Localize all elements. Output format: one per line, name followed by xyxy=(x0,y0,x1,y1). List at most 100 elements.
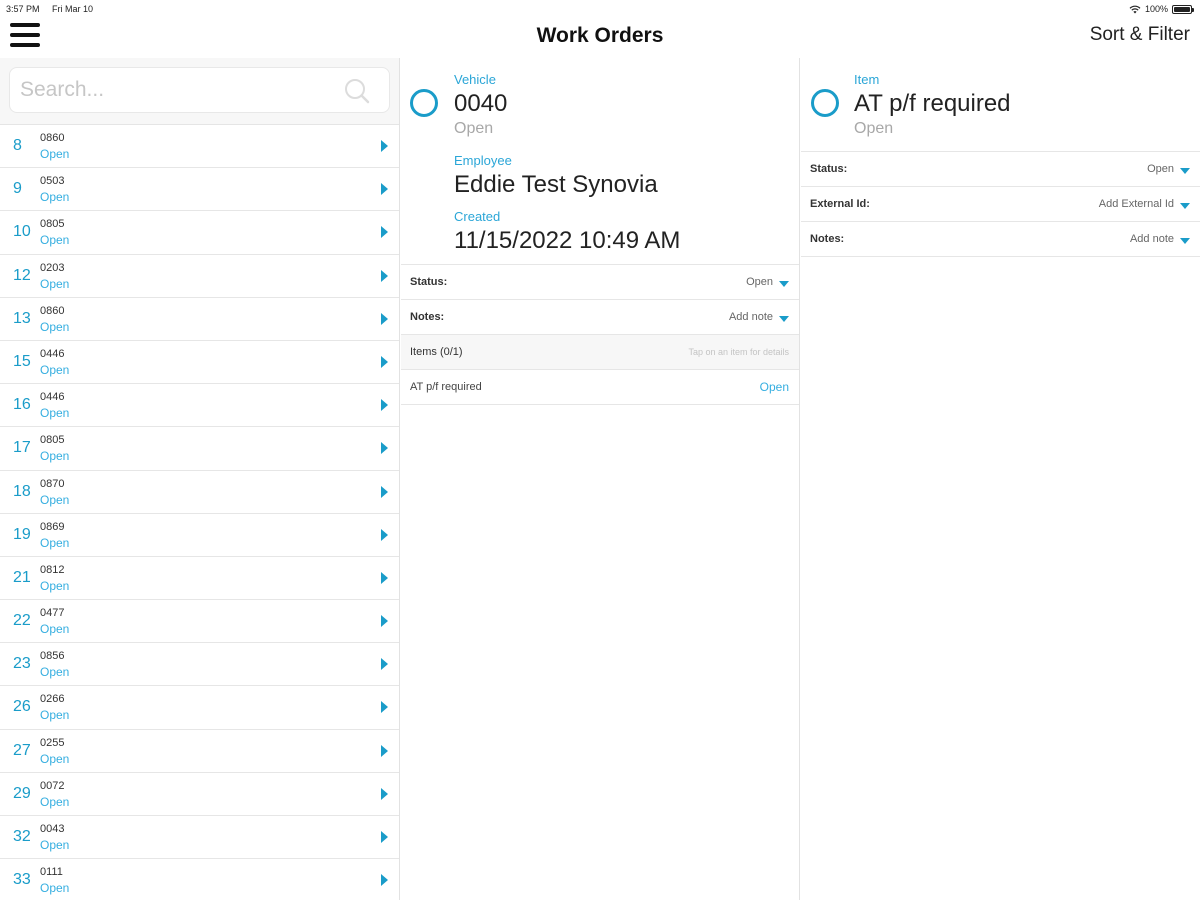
work-order-number: 33 xyxy=(13,871,31,889)
work-order-row[interactable]: 33 0111 Open xyxy=(0,859,399,900)
work-order-row[interactable]: 10 0805 Open xyxy=(0,211,399,255)
item-status-dropdown[interactable]: Open xyxy=(1147,163,1174,175)
chevron-right-icon xyxy=(381,226,388,239)
work-order-number: 22 xyxy=(13,612,31,630)
battery-icon xyxy=(1172,4,1194,14)
status-bar: 3:57 PM Fri Mar 10 100% xyxy=(0,0,1200,18)
status-date: Fri Mar 10 xyxy=(52,4,94,14)
status-circle-icon[interactable] xyxy=(811,89,839,117)
search-icon[interactable] xyxy=(343,77,371,105)
work-order-row[interactable]: 29 0072 Open xyxy=(0,773,399,816)
chevron-right-icon xyxy=(381,787,388,800)
work-order-row[interactable]: 26 0266 Open xyxy=(0,686,399,730)
work-order-row[interactable]: 15 0446 Open xyxy=(0,341,399,385)
work-order-row[interactable]: 17 0805 Open xyxy=(0,427,399,471)
navigation-bar: Work Orders Sort & Filter xyxy=(0,18,1200,58)
sort-filter-button[interactable]: Sort & Filter xyxy=(1090,24,1190,46)
work-order-row[interactable]: 21 0812 Open xyxy=(0,557,399,601)
work-order-row[interactable]: 8 0860 Open xyxy=(0,125,399,169)
item-status-row: Status: Open xyxy=(801,152,1200,187)
caret-down-icon[interactable] xyxy=(1180,203,1190,209)
item-row[interactable]: AT p/f required Open xyxy=(401,370,799,405)
work-order-number: 9 xyxy=(13,180,22,198)
work-order-row[interactable]: 12 0203 Open xyxy=(0,255,399,298)
caret-down-icon[interactable] xyxy=(779,316,789,322)
work-order-number: 13 xyxy=(13,309,31,327)
chevron-right-icon xyxy=(381,744,388,757)
chevron-right-icon xyxy=(381,528,388,541)
battery-percent: 100% xyxy=(1144,4,1168,14)
item-status-label: Status: xyxy=(810,163,848,175)
search-input[interactable] xyxy=(10,68,389,112)
vehicle-status: Open xyxy=(454,120,494,137)
work-order-vehicle: 0870 xyxy=(40,477,65,490)
work-order-row[interactable]: 19 0869 Open xyxy=(0,514,399,557)
work-order-vehicle: 0266 xyxy=(40,693,65,706)
chevron-right-icon xyxy=(381,355,388,368)
work-order-status: Open xyxy=(40,708,70,723)
work-order-vehicle: 0860 xyxy=(40,132,65,144)
work-order-status: Open xyxy=(40,838,70,852)
caret-down-icon[interactable] xyxy=(1180,168,1190,174)
work-order-row[interactable]: 22 0477 Open xyxy=(0,600,399,644)
employee-label: Employee xyxy=(454,153,512,168)
status-time: 3:57 PM xyxy=(6,4,40,14)
chevron-right-icon xyxy=(381,399,388,412)
work-order-number: 17 xyxy=(13,439,31,457)
chevron-right-icon xyxy=(381,269,388,282)
item-status: Open xyxy=(759,380,789,394)
work-order-vehicle: 0255 xyxy=(40,736,65,749)
status-dropdown[interactable]: Open xyxy=(746,276,773,288)
work-order-status: Open xyxy=(40,535,70,550)
work-order-vehicle: 0860 xyxy=(40,304,65,317)
item-add-note-button[interactable]: Add note xyxy=(1130,233,1174,245)
item-title: AT p/f required xyxy=(854,90,1011,117)
work-order-row[interactable]: 13 0860 Open xyxy=(0,298,399,341)
work-order-row[interactable]: 23 0856 Open xyxy=(0,643,399,687)
work-order-status: Open xyxy=(40,492,70,507)
work-order-status: Open xyxy=(40,449,70,464)
caret-down-icon[interactable] xyxy=(779,281,789,287)
chevron-right-icon xyxy=(381,874,388,887)
work-order-vehicle: 0446 xyxy=(40,391,65,404)
status-label: Status: xyxy=(410,276,448,288)
status-circle-icon[interactable] xyxy=(410,89,438,117)
search-bar xyxy=(0,58,399,125)
work-order-list: 8 0860 Open 9 0503 Open 10 0805 Open 12 … xyxy=(0,125,399,900)
add-note-button[interactable]: Add note xyxy=(729,311,773,323)
vehicle-label: Vehicle xyxy=(454,72,496,87)
notes-label: Notes: xyxy=(410,311,445,323)
add-external-id-button[interactable]: Add External Id xyxy=(1099,198,1174,210)
work-order-vehicle: 0503 xyxy=(40,175,65,188)
work-order-vehicle: 0446 xyxy=(40,347,65,360)
work-order-row[interactable]: 27 0255 Open xyxy=(0,730,399,773)
chevron-right-icon xyxy=(381,140,388,152)
work-order-number: 12 xyxy=(13,266,31,284)
work-order-row[interactable]: 9 0503 Open xyxy=(0,168,399,212)
work-order-row[interactable]: 16 0446 Open xyxy=(0,384,399,428)
work-order-number: 26 xyxy=(13,698,31,716)
item-label: Item xyxy=(854,72,880,87)
work-order-status: Open xyxy=(40,881,70,896)
work-order-vehicle: 0072 xyxy=(40,779,65,792)
work-order-number: 15 xyxy=(13,352,31,370)
chevron-right-icon xyxy=(381,831,388,843)
created-label: Created xyxy=(454,209,501,224)
chevron-right-icon xyxy=(381,658,388,671)
search-box xyxy=(9,67,390,113)
chevron-right-icon xyxy=(381,571,388,584)
chevron-right-icon xyxy=(381,615,388,628)
work-order-status: Open xyxy=(40,147,70,161)
page-title: Work Orders xyxy=(536,24,664,47)
work-order-status: Open xyxy=(40,362,70,377)
work-order-vehicle: 0203 xyxy=(40,261,65,274)
work-order-row[interactable]: 18 0870 Open xyxy=(0,471,399,514)
caret-down-icon[interactable] xyxy=(1180,238,1190,244)
work-order-vehicle: 0812 xyxy=(40,563,65,576)
work-order-status: Open xyxy=(40,794,70,809)
work-order-number: 16 xyxy=(13,396,31,414)
chevron-right-icon xyxy=(381,183,388,196)
work-order-status: Open xyxy=(40,190,70,205)
work-order-number: 29 xyxy=(13,784,31,802)
work-order-row[interactable]: 32 0043 Open xyxy=(0,816,399,860)
